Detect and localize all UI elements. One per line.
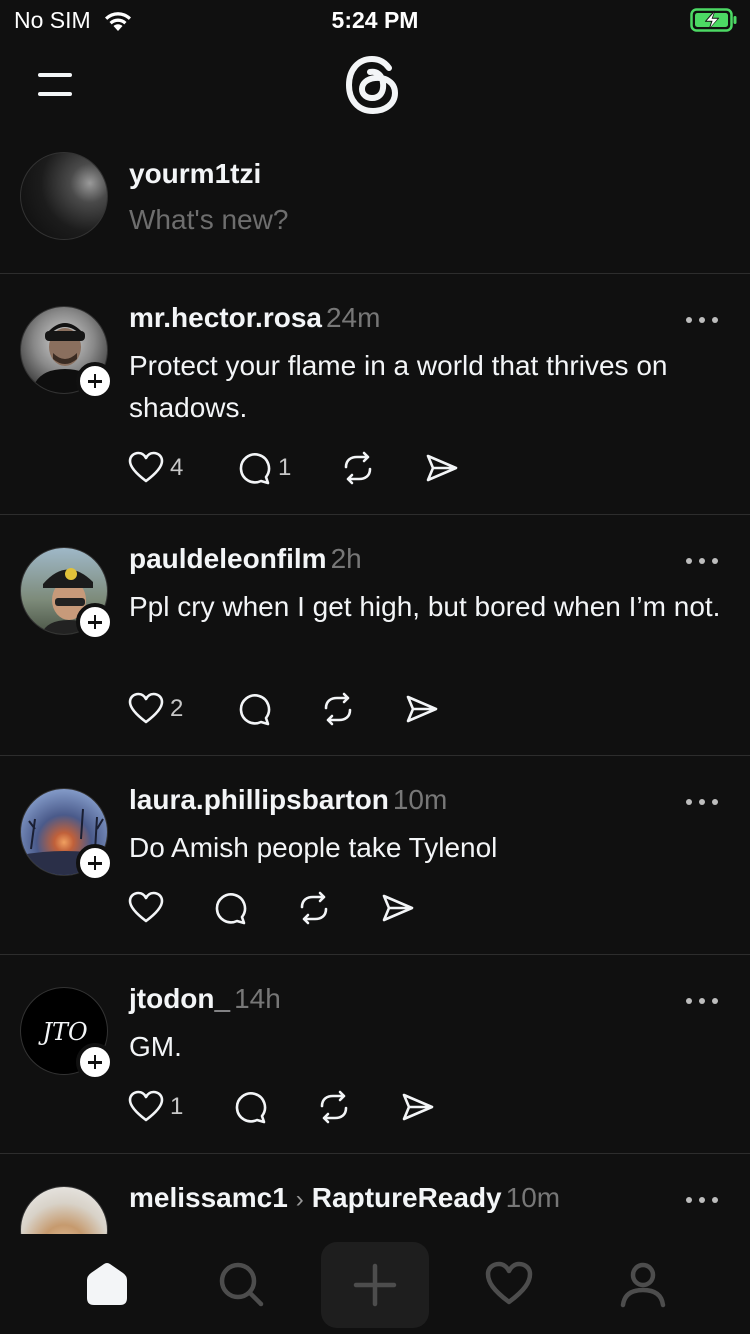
reply-button[interactable]: 1 bbox=[236, 448, 291, 488]
comment-icon bbox=[235, 1092, 267, 1124]
post-body: Do Amish people take Tylenol bbox=[129, 832, 498, 863]
repost-icon bbox=[320, 1090, 348, 1124]
post-username[interactable]: jtodon_ bbox=[129, 983, 230, 1014]
like-button[interactable]: 4 bbox=[128, 448, 183, 488]
clock: 5:24 PM bbox=[331, 7, 419, 33]
reply-count: 1 bbox=[278, 454, 292, 481]
comment-icon bbox=[239, 453, 271, 485]
tab-search[interactable] bbox=[196, 1246, 286, 1322]
heart-icon bbox=[485, 1261, 533, 1305]
share-button[interactable] bbox=[400, 1087, 436, 1127]
like-count: 2 bbox=[170, 695, 184, 722]
new-thread-composer[interactable]: yourm1tzi What's new? bbox=[0, 130, 750, 274]
follow-plus-button[interactable] bbox=[76, 1043, 114, 1081]
like-button[interactable]: 2 bbox=[128, 689, 183, 729]
tab-activity[interactable] bbox=[464, 1246, 554, 1322]
repost-button[interactable] bbox=[320, 689, 356, 729]
home-icon bbox=[87, 1263, 127, 1305]
more-options-icon[interactable] bbox=[683, 796, 721, 808]
status-bar: No SIM 5:24 PM bbox=[0, 0, 750, 42]
repost-icon bbox=[344, 451, 372, 485]
like-button[interactable]: 1 bbox=[128, 1087, 183, 1127]
follow-plus-button[interactable] bbox=[76, 603, 114, 641]
post-body: Ppl cry when I get high, but bored when … bbox=[129, 591, 721, 622]
follow-plus-button[interactable] bbox=[76, 844, 114, 882]
send-icon bbox=[382, 894, 414, 922]
more-options-icon[interactable] bbox=[683, 1194, 721, 1206]
repost-icon bbox=[300, 891, 328, 925]
battery-icon bbox=[690, 8, 738, 37]
post-timestamp: 24m bbox=[325, 302, 381, 333]
repost-button[interactable] bbox=[296, 888, 332, 928]
share-button[interactable] bbox=[380, 888, 416, 928]
like-button[interactable] bbox=[128, 888, 164, 928]
profile-icon bbox=[620, 1262, 666, 1308]
repost-icon bbox=[324, 692, 352, 726]
more-options-icon[interactable] bbox=[683, 555, 721, 567]
community-name[interactable]: RaptureReady bbox=[312, 1182, 502, 1213]
heart-icon bbox=[128, 1090, 164, 1122]
tab-home[interactable] bbox=[62, 1246, 152, 1322]
reply-button[interactable] bbox=[232, 1087, 268, 1127]
follow-plus-button[interactable] bbox=[76, 362, 114, 400]
tab-bar bbox=[0, 1234, 750, 1334]
send-icon bbox=[406, 695, 438, 723]
more-options-icon[interactable] bbox=[683, 314, 721, 326]
avatar[interactable] bbox=[20, 1186, 108, 1234]
repost-button[interactable] bbox=[316, 1087, 352, 1127]
share-button[interactable] bbox=[424, 448, 460, 488]
repost-button[interactable] bbox=[340, 448, 376, 488]
thread-post[interactable]: melissamc1 › RaptureReady 10m bbox=[0, 1154, 750, 1234]
plus-icon bbox=[353, 1263, 397, 1307]
menu-icon[interactable] bbox=[36, 70, 76, 100]
send-icon bbox=[402, 1093, 434, 1121]
search-icon bbox=[219, 1262, 264, 1307]
post-username[interactable]: pauldeleonfilm bbox=[129, 543, 327, 574]
avatar[interactable] bbox=[20, 152, 108, 240]
composer-input[interactable]: What's new? bbox=[129, 204, 288, 236]
threads-logo-icon[interactable] bbox=[340, 52, 406, 118]
composer-username: yourm1tzi bbox=[129, 158, 262, 189]
post-body: GM. bbox=[129, 1031, 182, 1062]
send-icon bbox=[426, 454, 458, 482]
post-timestamp: 2h bbox=[330, 543, 362, 574]
reply-button[interactable] bbox=[212, 888, 248, 928]
post-timestamp: 10m bbox=[392, 784, 448, 815]
share-button[interactable] bbox=[404, 689, 440, 729]
svg-text:JTO: JTO bbox=[37, 1018, 88, 1046]
post-timestamp: 10m bbox=[505, 1182, 561, 1213]
heart-icon bbox=[128, 451, 164, 483]
chevron-right-icon: › bbox=[295, 1186, 304, 1213]
reply-button[interactable] bbox=[236, 689, 272, 729]
post-username[interactable]: melissamc1 bbox=[129, 1182, 288, 1213]
thread-post[interactable]: pauldeleonfilm 2h Ppl cry when I get high… bbox=[0, 515, 750, 756]
thread-post[interactable]: mr.hector.rosa 24m Protect your flame in … bbox=[0, 274, 750, 515]
heart-icon bbox=[128, 891, 164, 923]
like-count: 4 bbox=[170, 454, 184, 481]
like-count: 1 bbox=[170, 1093, 184, 1120]
tab-create[interactable] bbox=[321, 1242, 429, 1328]
thread-post[interactable]: laura.phillipsbarton 10m Do Amish people … bbox=[0, 756, 750, 955]
more-options-icon[interactable] bbox=[683, 995, 721, 1007]
post-username[interactable]: mr.hector.rosa bbox=[129, 302, 322, 333]
post-username[interactable]: laura.phillipsbarton bbox=[129, 784, 389, 815]
post-timestamp: 14h bbox=[234, 983, 281, 1014]
comment-icon bbox=[215, 893, 247, 925]
comment-icon bbox=[239, 694, 271, 726]
heart-icon bbox=[128, 692, 164, 724]
tab-profile[interactable] bbox=[598, 1246, 688, 1322]
post-body: Protect your flame in a world that thriv… bbox=[129, 350, 668, 423]
thread-post[interactable]: JTO jtodon_ 14h GM. 1 bbox=[0, 955, 750, 1154]
